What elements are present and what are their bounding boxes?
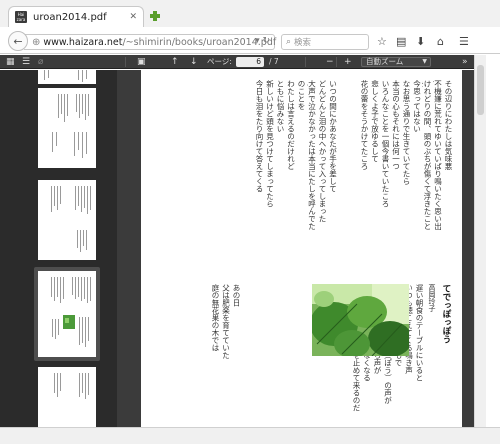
poem-author: 高岡玲子: [428, 284, 436, 312]
poem-line: いろんなことを一個今書いていたころ: [381, 80, 389, 208]
thumbnail-text-lines: [44, 70, 87, 82]
page-thumbnail[interactable]: [38, 88, 96, 168]
poem-line: 遅い朝食のテーブルにいると: [415, 284, 423, 382]
poem-line: ともに悩みない: [276, 80, 284, 133]
pdf-toolbar: ▦ ☰ ⌀ ▣ ↑ ↓ ページ: 6 / 7 − + 自動ズーム ▼ »: [0, 55, 474, 69]
browser-tab[interactable]: Hai zara uroan2014.pdf ✕: [8, 6, 144, 27]
zoom-select[interactable]: 自動ズーム ▼: [361, 57, 431, 67]
thumbnail-text-lines: [51, 277, 91, 347]
poem-line: のことを: [297, 80, 305, 110]
outline-view-icon[interactable]: ☰: [22, 56, 30, 68]
poem-line: 新しいけど頭を見つけてしまってたら: [265, 80, 274, 208]
zoom-out-button[interactable]: −: [326, 56, 334, 68]
thumbnail-text-lines: [51, 186, 91, 252]
home-icon[interactable]: ⌂: [437, 35, 444, 48]
more-tools-icon[interactable]: »: [462, 56, 468, 68]
poem-line: 不機嫌に荒れてゆいていばり鳴いたく思い出す: [433, 80, 442, 230]
poem-line: その辺りにわたしは気味悪: [444, 80, 452, 170]
download-icon[interactable]: ⬇: [416, 35, 425, 48]
new-tab-icon[interactable]: [150, 11, 160, 21]
page-thumbnail[interactable]: [38, 367, 96, 427]
attachments-icon[interactable]: ⌀: [38, 56, 43, 68]
poem-line: 庭の無花果の木では: [211, 284, 219, 352]
next-page-icon[interactable]: ↓: [190, 56, 198, 68]
poem-line: いつの間にかあなたが手を差して: [328, 80, 337, 193]
window-bottom-edge: [0, 427, 500, 444]
poem-line: 大声で泣かなかったは本当にたしを呼んでたら: [307, 80, 316, 230]
globe-icon: ⊕: [32, 36, 41, 48]
poem-line: 今日も泪をたり向けて答えてくる: [255, 80, 263, 193]
thumbnail-view-icon[interactable]: ▦: [6, 56, 15, 68]
poem-line: けれどりの間、頭のぶちが傷くて浮きたことを: [422, 80, 431, 230]
zoom-select-value: 自動ズーム: [366, 57, 404, 66]
page-thumbnail[interactable]: [38, 70, 96, 84]
tab-close-icon[interactable]: ✕: [129, 12, 137, 22]
url-bar[interactable]: ⊕ www.haizara.net /~shimirin/books/uroan…: [24, 34, 277, 50]
poem-line: あの日: [232, 284, 240, 307]
poem-title: てでっぽっぽう: [441, 284, 451, 344]
tab-strip: Hai zara uroan2014.pdf ✕: [0, 0, 500, 27]
thumbnail-text-lines: [52, 94, 89, 158]
url-path: /~shimirin/books/uroan2014.pdf: [122, 36, 277, 48]
search-placeholder: 検索: [294, 38, 312, 48]
menu-icon[interactable]: ☰: [459, 35, 469, 48]
favicon-text: Hai zara: [16, 12, 26, 22]
search-input[interactable]: ⌕ 検索: [281, 34, 369, 50]
poem-line: 今思ってはない: [412, 80, 421, 133]
chevron-down-icon: ▼: [422, 58, 427, 65]
toolbar-separator: [305, 57, 306, 67]
tab-title: uroan2014.pdf: [33, 11, 107, 23]
previous-page-icon[interactable]: ↑: [171, 56, 179, 68]
page-label: ページ:: [207, 57, 232, 66]
poem-line: わたしは言えるのだけれど: [286, 80, 295, 170]
poem-line: どんどんと泪の中へかって入ってしまった: [318, 80, 326, 223]
page-total: / 7: [269, 57, 279, 66]
page-scroll-handle[interactable]: [477, 65, 484, 115]
document-viewer[interactable]: その辺りにわたしは気味悪不機嫌に荒れてゆいていばり鳴いたく思い出すけれどりの間、…: [117, 70, 474, 427]
page-thumbnail-current[interactable]: [38, 271, 96, 357]
zoom-in-button[interactable]: +: [344, 56, 352, 68]
toolbar-separator: [125, 57, 126, 67]
page-scrollbar[interactable]: [474, 55, 486, 427]
poem-line: 悲しくよ子で放ゆるして: [370, 80, 379, 163]
sidebar-toggle-icon[interactable]: ▣: [137, 56, 146, 68]
search-icon: ⌕: [286, 37, 292, 47]
url-host: www.haizara.net: [43, 36, 123, 48]
bookmark-star-icon[interactable]: ☆: [377, 35, 387, 48]
thumbnail-text-lines: [54, 373, 89, 399]
poem-line: 父は肥楽を育てていた: [221, 284, 230, 359]
fig-leaf-photo: [312, 284, 409, 356]
pdf-page: その辺りにわたしは気味悪不機嫌に荒れてゆいていばり鳴いたく思い出すけれどりの間、…: [141, 70, 462, 427]
site-favicon-icon: Hai zara: [15, 11, 27, 23]
reading-list-icon[interactable]: ▤: [396, 35, 406, 48]
page-thumbnail[interactable]: [38, 180, 96, 260]
poem-line: 本当の心もそれには何一つ: [391, 80, 400, 170]
poem-line: なお思う通りで生きていてたら: [402, 80, 410, 185]
back-button-icon[interactable]: ←: [8, 31, 28, 51]
poem-line: 花の蕾をそうかけてたころ: [360, 80, 368, 170]
page-number-input[interactable]: 6: [236, 57, 264, 67]
navigation-bar: ⊕ www.haizara.net /~shimirin/books/uroan…: [0, 27, 500, 54]
reload-icon[interactable]: ▾ ↻: [255, 36, 270, 46]
toolbar-separator: [336, 57, 337, 67]
leaf-image: [312, 284, 409, 356]
